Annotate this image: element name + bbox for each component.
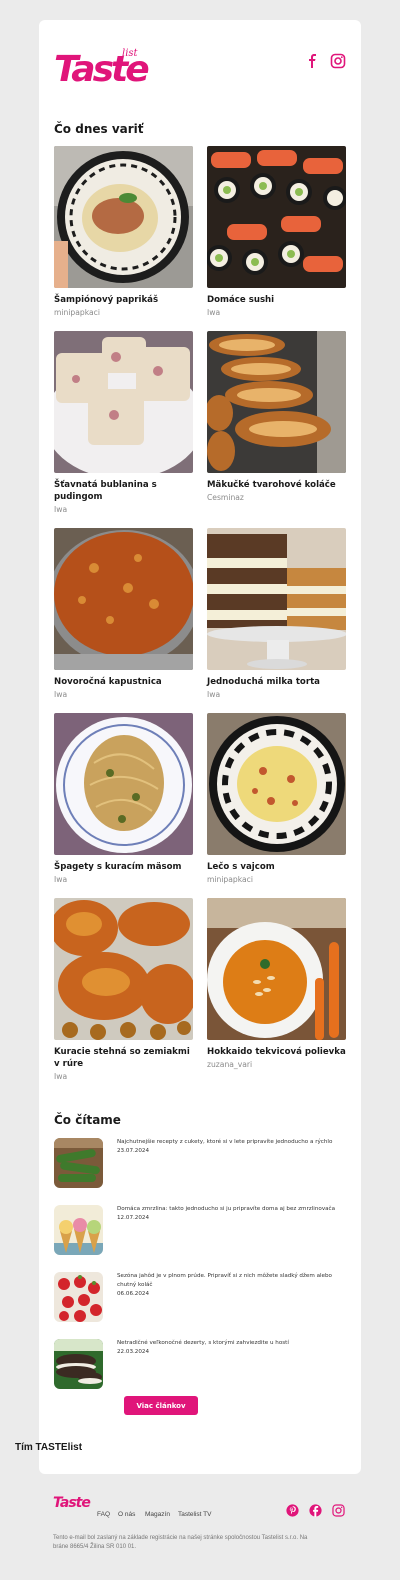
recipe-card[interactable]: Domáce sushi Iwa: [207, 146, 346, 318]
article-item[interactable]: Najchutnejšie recepty z cukety, ktoré si…: [54, 1138, 346, 1188]
article-title[interactable]: Najchutnejšie recepty z cukety, ktoré si…: [117, 1138, 342, 1147]
facebook-icon[interactable]: [309, 1504, 322, 1517]
instagram-icon[interactable]: [330, 53, 346, 69]
recipe-card[interactable]: Hokkaido tekvicová polievka zuzana_vari: [207, 898, 346, 1070]
pinterest-icon[interactable]: [286, 1504, 299, 1517]
recipe-card[interactable]: Novoročná kapustnica Iwa: [54, 528, 193, 700]
recipe-card[interactable]: Jednoduchá milka torta Iwa: [207, 528, 346, 700]
article-item[interactable]: Netradičné veľkonočné dezerty, s ktorými…: [54, 1339, 346, 1389]
section-title-reading: Čo čítame: [54, 1113, 121, 1127]
recipe-title[interactable]: Mäkučké tvarohové koláče: [207, 479, 346, 491]
footer-link-about[interactable]: O nás: [118, 1511, 135, 1518]
recipe-image[interactable]: [207, 528, 346, 670]
recipe-image[interactable]: [207, 713, 346, 855]
footer-link-faq[interactable]: FAQ: [97, 1511, 110, 1518]
recipe-title[interactable]: Novoročná kapustnica: [54, 676, 193, 688]
article-date: 06.06.2024: [117, 1291, 150, 1297]
recipe-author[interactable]: Iwa: [54, 875, 193, 885]
recipe-author[interactable]: Iwa: [54, 1072, 193, 1082]
more-articles-button[interactable]: Viac článkov: [124, 1396, 198, 1415]
recipe-image[interactable]: [207, 898, 346, 1040]
recipe-author[interactable]: minipapkaci: [54, 308, 193, 318]
recipe-author[interactable]: Cesminaz: [207, 493, 346, 503]
footer-disclaimer: Tento e-mail bol zaslaný na základe regi…: [53, 1535, 308, 1550]
facebook-icon[interactable]: [305, 53, 321, 69]
recipe-author[interactable]: minipapkaci: [207, 875, 346, 885]
recipe-image[interactable]: [54, 528, 193, 670]
recipe-author[interactable]: zuzana_vari: [207, 1060, 346, 1070]
article-title[interactable]: Domáca zmrzlina: takto jednoducho si ju …: [117, 1205, 342, 1214]
recipe-image[interactable]: [54, 331, 193, 473]
article-date: 22.03.2024: [117, 1349, 150, 1355]
recipe-title[interactable]: Kuracie stehná so zemiakmi v rúre: [54, 1046, 193, 1070]
recipe-image[interactable]: [54, 713, 193, 855]
recipe-image[interactable]: [207, 146, 346, 288]
recipe-title[interactable]: Šampiónový paprikáš: [54, 294, 193, 306]
article-item[interactable]: Sezóna jahôd je v plnom prúde. Pripravíť…: [54, 1272, 346, 1322]
recipe-card[interactable]: Špagety s kuracím mäsom Iwa: [54, 713, 193, 885]
logo-sub-text: list: [122, 48, 138, 59]
recipe-title[interactable]: Hokkaido tekvicová polievka: [207, 1046, 346, 1058]
article-item[interactable]: Domáca zmrzlina: takto jednoducho si ju …: [54, 1205, 346, 1255]
email-card: Taste list Čo dnes variť Šampiónový papr…: [39, 20, 361, 1474]
recipe-image[interactable]: [54, 898, 193, 1040]
article-thumbnail[interactable]: [54, 1138, 103, 1188]
recipe-title[interactable]: Domáce sushi: [207, 294, 346, 306]
recipe-image[interactable]: [207, 331, 346, 473]
article-thumbnail[interactable]: [54, 1272, 103, 1322]
recipe-author[interactable]: Iwa: [207, 690, 346, 700]
recipe-title[interactable]: Lečo s vajcom: [207, 861, 346, 873]
article-thumbnail[interactable]: [54, 1205, 103, 1255]
recipe-card[interactable]: Šťavnatá bublanina s pudingom Iwa: [54, 331, 193, 515]
article-date: 23.07.2024: [117, 1148, 150, 1154]
section-title-today: Čo dnes variť: [54, 122, 144, 136]
instagram-icon[interactable]: [332, 1504, 345, 1517]
article-title[interactable]: Sezóna jahôd je v plnom prúde. Pripravíť…: [117, 1272, 342, 1290]
recipe-title[interactable]: Šťavnatá bublanina s pudingom: [54, 479, 193, 503]
recipe-card[interactable]: Šampiónový paprikáš minipapkaci: [54, 146, 193, 318]
footer-link-tv[interactable]: Tastelist TV: [178, 1511, 211, 1518]
article-title[interactable]: Netradičné veľkonočné dezerty, s ktorými…: [117, 1339, 342, 1348]
footer-logo[interactable]: Taste: [53, 1495, 91, 1511]
recipe-card[interactable]: Mäkučké tvarohové koláče Cesminaz: [207, 331, 346, 503]
tastelist-logo[interactable]: Taste list: [54, 48, 150, 90]
footer-link-magazine[interactable]: Magazín: [145, 1511, 170, 1518]
recipe-author[interactable]: Iwa: [207, 308, 346, 318]
recipe-card[interactable]: Kuracie stehná so zemiakmi v rúre Iwa: [54, 898, 193, 1082]
recipe-author[interactable]: Iwa: [54, 690, 193, 700]
article-thumbnail[interactable]: [54, 1339, 103, 1389]
team-signature: Tím TASTElist: [15, 1442, 83, 1453]
recipe-title[interactable]: Jednoduchá milka torta: [207, 676, 346, 688]
article-date: 12.07.2024: [117, 1215, 150, 1221]
recipe-card[interactable]: Lečo s vajcom minipapkaci: [207, 713, 346, 885]
recipe-author[interactable]: Iwa: [54, 505, 193, 515]
recipe-image[interactable]: [54, 146, 193, 288]
recipe-title[interactable]: Špagety s kuracím mäsom: [54, 861, 193, 873]
